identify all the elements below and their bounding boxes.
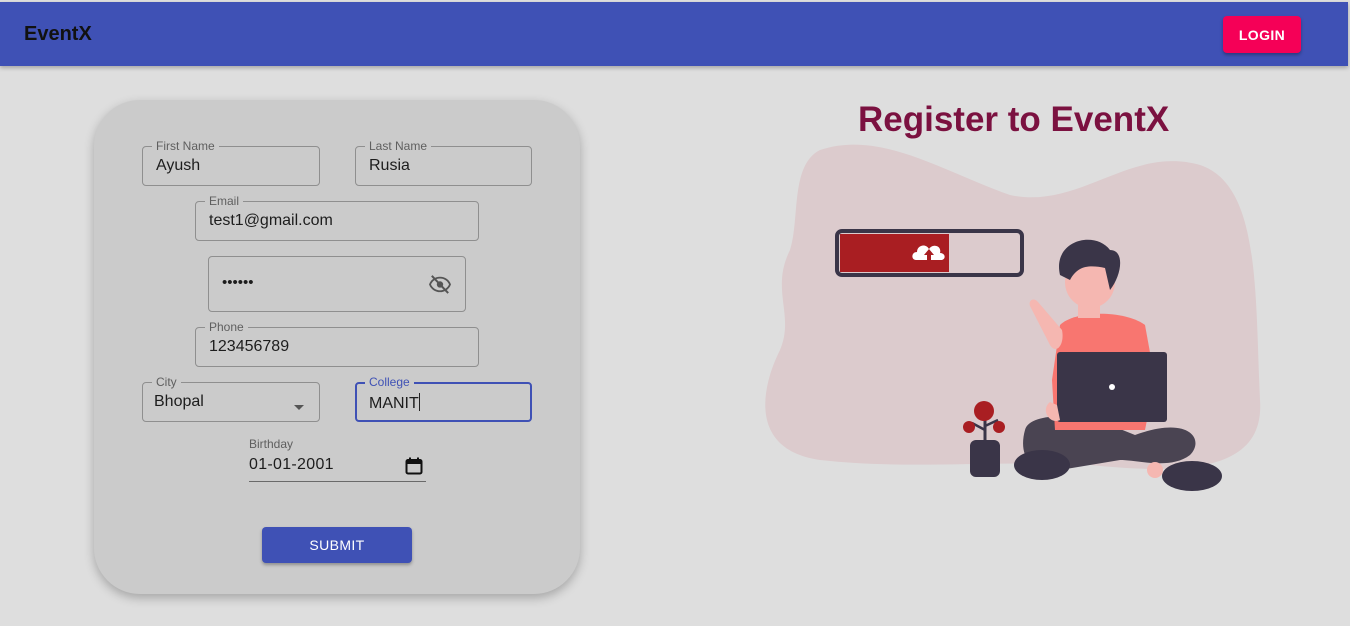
email-label: Email xyxy=(205,194,244,208)
email-value: test1@gmail.com xyxy=(209,212,333,229)
phone-field[interactable]: Phone 123456789 xyxy=(195,320,479,367)
register-illustration xyxy=(765,144,1261,491)
chevron-down-icon xyxy=(293,398,305,416)
college-label: College xyxy=(365,375,414,389)
city-value: Bhopal xyxy=(154,393,204,410)
last-name-label: Last Name xyxy=(365,139,432,153)
birthday-underline xyxy=(249,481,426,482)
city-select[interactable]: City Bhopal xyxy=(142,375,320,422)
background-blob xyxy=(765,144,1261,469)
last-name-value: Rusia xyxy=(369,157,410,174)
app-bar: EventX LOGIN xyxy=(0,2,1348,66)
phone-label: Phone xyxy=(205,320,248,334)
email-field[interactable]: Email test1@gmail.com xyxy=(195,194,479,241)
first-name-label: First Name xyxy=(152,139,219,153)
password-value: •••••• xyxy=(222,274,254,291)
brand-title: EventX xyxy=(24,23,92,45)
birthday-label: Birthday xyxy=(249,437,294,451)
visibility-off-icon[interactable] xyxy=(429,274,451,299)
password-field[interactable]: •••••• xyxy=(208,256,466,312)
first-name-value: Ayush xyxy=(156,157,201,174)
college-value: MANIT xyxy=(369,393,420,412)
phone-value: 123456789 xyxy=(209,338,290,355)
page-headline: Register to EventX xyxy=(858,100,1170,139)
college-field[interactable]: College MANIT xyxy=(355,375,532,422)
birthday-value[interactable]: 01-01-2001 xyxy=(249,456,334,474)
last-name-field[interactable]: Last Name Rusia xyxy=(355,139,532,186)
city-label: City xyxy=(152,375,181,389)
submit-button[interactable]: SUBMIT xyxy=(262,527,412,563)
first-name-field[interactable]: First Name Ayush xyxy=(142,139,320,186)
login-button[interactable]: LOGIN xyxy=(1223,16,1301,53)
calendar-icon[interactable] xyxy=(405,457,423,480)
